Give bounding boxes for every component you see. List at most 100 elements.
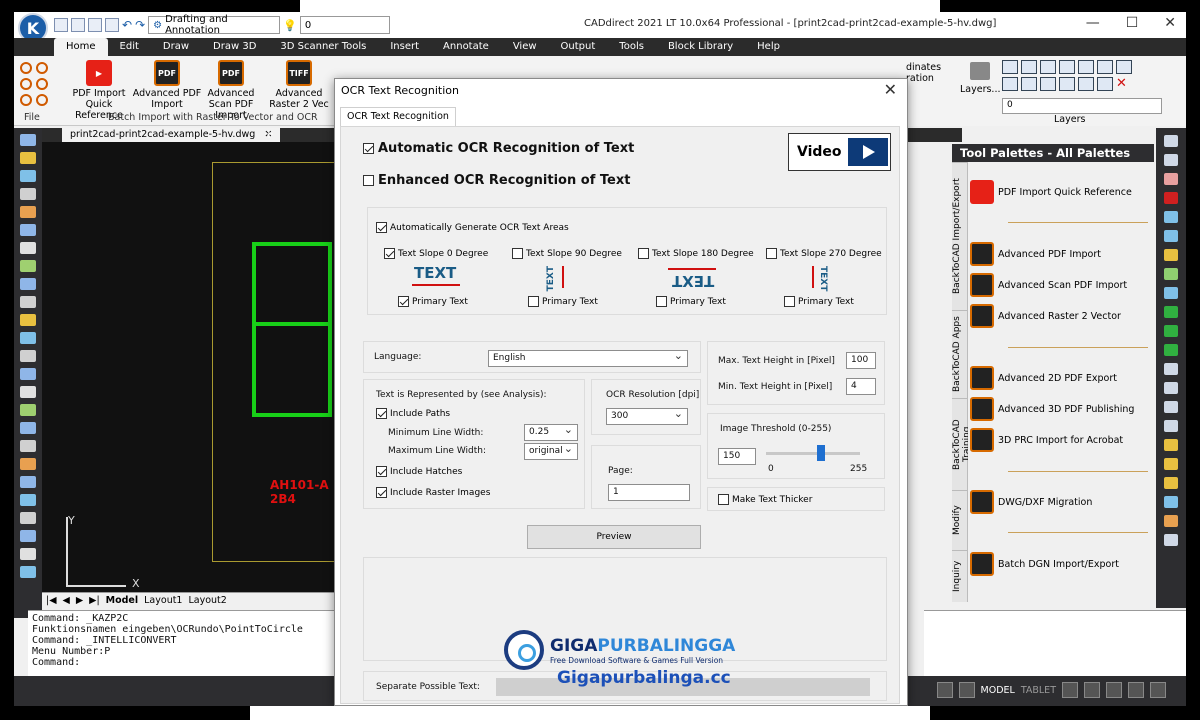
modify-tool-icon[interactable] [1164, 154, 1178, 166]
draw-tool-icon[interactable] [20, 422, 36, 434]
language-select[interactable]: English [488, 349, 688, 367]
modify-tool-icon[interactable] [1164, 439, 1178, 451]
modify-tool-icon[interactable] [1164, 420, 1178, 432]
layer-tool-icon[interactable] [1059, 77, 1075, 91]
slope-270-checkbox[interactable] [766, 248, 777, 259]
modify-tool-icon[interactable] [1164, 477, 1178, 489]
modify-tool-icon[interactable] [1164, 401, 1178, 413]
bulb-icon[interactable]: 💡 [283, 19, 297, 32]
min-height-field[interactable]: 4 [846, 378, 876, 395]
status-user-icon[interactable] [1084, 682, 1100, 698]
ribbon-tab-block-library[interactable]: Block Library [656, 38, 745, 56]
file-icon[interactable] [20, 94, 32, 106]
draw-tool-icon[interactable] [20, 350, 36, 362]
draw-tool-icon[interactable] [20, 566, 36, 578]
ribbon-tab-view[interactable]: View [501, 38, 549, 56]
draw-tool-icon[interactable] [20, 152, 36, 164]
slope-180-checkbox[interactable] [638, 248, 649, 259]
palette-side-tab[interactable]: BackToCAD Training [952, 398, 972, 490]
threshold-field[interactable]: 150 [718, 448, 756, 465]
slope-0-primary[interactable]: Primary Text [398, 296, 468, 307]
draw-tool-icon[interactable] [20, 278, 36, 290]
ribbon-tab-tools[interactable]: Tools [607, 38, 656, 56]
file-icon[interactable] [20, 62, 32, 74]
include-paths-option[interactable]: Include Paths [376, 408, 450, 419]
palette-item[interactable]: Advanced Raster 2 Vector [970, 304, 1121, 328]
slope-270-primary[interactable]: Primary Text [784, 296, 854, 307]
draw-tool-icon[interactable] [20, 188, 36, 200]
next-layout-icon[interactable]: ▶ [76, 595, 83, 606]
palette-item[interactable]: PDF Import Quick Reference [970, 180, 1132, 204]
preview-button[interactable]: Preview [527, 525, 701, 549]
status-window-icon[interactable] [1106, 682, 1122, 698]
drawing-canvas[interactable]: AH101-A 2B4 Y X [42, 142, 347, 592]
ribbon-advanced-pdf-import[interactable]: PDF Advanced PDF Import [132, 60, 202, 110]
palette-item[interactable]: Batch DGN Import/Export [970, 552, 1119, 576]
include-hatches-checkbox[interactable] [376, 466, 387, 477]
file-icon[interactable] [36, 78, 48, 90]
palette-item[interactable]: Advanced 2D PDF Export [970, 366, 1117, 390]
draw-tool-icon[interactable] [20, 296, 36, 308]
status-model[interactable]: MODEL [981, 685, 1015, 696]
draw-tool-icon[interactable] [20, 386, 36, 398]
ribbon-tab-home[interactable]: Home [54, 38, 108, 56]
ribbon-advanced-raster-2-vector[interactable]: TIFF Advanced Raster 2 Vec [264, 60, 334, 110]
layer-tool-icon[interactable] [1040, 60, 1056, 74]
palette-item[interactable]: 3D PRC Import for Acrobat [970, 428, 1123, 452]
status-grid-icon[interactable] [958, 682, 975, 698]
thicker-option[interactable]: Make Text Thicker [718, 494, 812, 505]
layout-tab-2[interactable]: Layout2 [188, 595, 226, 606]
layer-tool-icon[interactable] [1097, 60, 1113, 74]
modify-tool-icon[interactable] [1164, 192, 1178, 204]
draw-tool-icon[interactable] [20, 332, 36, 344]
modify-tool-icon[interactable] [1164, 534, 1178, 546]
save-as-icon[interactable] [105, 18, 119, 32]
layer-select[interactable]: 0 [1002, 98, 1162, 114]
draw-tool-icon[interactable] [20, 512, 36, 524]
status-lock-icon[interactable] [1062, 682, 1078, 698]
max-height-field[interactable]: 100 [846, 352, 876, 369]
modify-tool-icon[interactable] [1164, 344, 1178, 356]
layers-button[interactable]: Layers... [960, 62, 1001, 95]
thicker-checkbox[interactable] [718, 494, 729, 505]
slope-90-checkbox[interactable] [512, 248, 523, 259]
slope-0-primary-checkbox[interactable] [398, 296, 409, 307]
draw-tool-icon[interactable] [20, 170, 36, 182]
ribbon-tab-edit[interactable]: Edit [108, 38, 151, 56]
modify-tool-icon[interactable] [1164, 249, 1178, 261]
modify-tool-icon[interactable] [1164, 382, 1178, 394]
draw-tool-icon[interactable] [20, 404, 36, 416]
file-icon[interactable] [36, 94, 48, 106]
palette-item[interactable]: DWG/DXF Migration [970, 490, 1092, 514]
slope-90-option[interactable]: Text Slope 90 Degree [512, 248, 622, 259]
enhanced-ocr-checkbox[interactable] [363, 175, 374, 186]
draw-tool-icon[interactable] [20, 440, 36, 452]
layer-tool-icon[interactable] [1002, 77, 1018, 91]
layer-tool-icon[interactable] [1021, 60, 1037, 74]
modify-tool-icon[interactable] [1164, 211, 1178, 223]
last-layout-icon[interactable]: ▶| [89, 595, 100, 606]
layout-tab-1[interactable]: Layout1 [144, 595, 182, 606]
enhanced-ocr-option[interactable]: Enhanced OCR Recognition of Text [363, 173, 630, 188]
modify-tool-icon[interactable] [1164, 458, 1178, 470]
dialog-close-icon[interactable]: ✕ [884, 80, 897, 99]
open-file-icon[interactable] [71, 18, 85, 32]
ribbon-tab-draw-3d[interactable]: Draw 3D [201, 38, 268, 56]
draw-tool-icon[interactable] [20, 458, 36, 470]
draw-tool-icon[interactable] [20, 494, 36, 506]
new-file-icon[interactable] [54, 18, 68, 32]
draw-tool-icon[interactable] [20, 134, 36, 146]
slope-270-primary-checkbox[interactable] [784, 296, 795, 307]
command-window[interactable]: Command: _KAZP2C Funktionsnamen eingeben\… [28, 610, 348, 676]
max-line-select[interactable]: original [524, 442, 578, 460]
status-snap-icon[interactable] [936, 682, 953, 698]
ribbon-tab-help[interactable]: Help [745, 38, 792, 56]
status-settings-icon[interactable] [1150, 682, 1166, 698]
page-field[interactable]: 1 [608, 484, 690, 501]
document-tab[interactable]: print2cad-print2cad-example-5-hv.dwg ✕ [62, 128, 281, 142]
ribbon-tab-insert[interactable]: Insert [378, 38, 431, 56]
palette-item[interactable]: Advanced Scan PDF Import [970, 273, 1127, 297]
auto-areas-option[interactable]: Automatically Generate OCR Text Areas [376, 222, 569, 233]
draw-tool-icon[interactable] [20, 314, 36, 326]
modify-tool-icon[interactable] [1164, 363, 1178, 375]
